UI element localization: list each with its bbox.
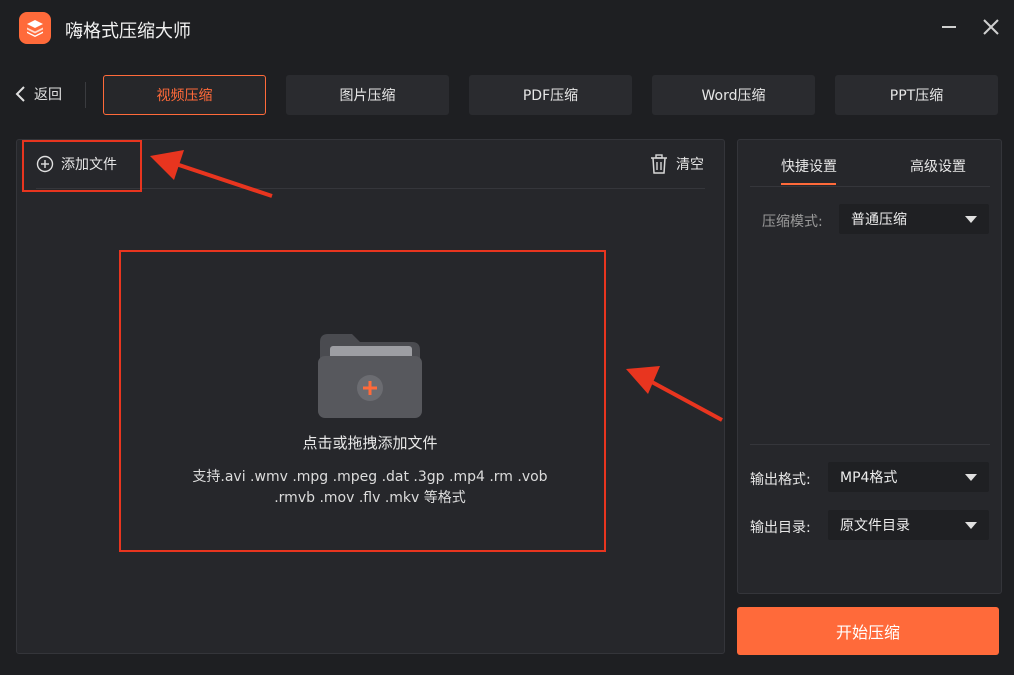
caret-down-icon xyxy=(965,521,977,529)
active-tab-indicator xyxy=(781,183,836,185)
output-dir-label: 输出目录: xyxy=(750,520,811,536)
compression-mode-label: 压缩模式: xyxy=(762,214,823,230)
tab-advanced-settings[interactable]: 高级设置 xyxy=(910,156,966,176)
start-compress-label: 开始压缩 xyxy=(835,623,900,642)
settings-tab-divider xyxy=(750,186,990,187)
caret-down-icon xyxy=(965,473,977,481)
output-format-value: MP4格式 xyxy=(840,470,898,486)
output-format-label: 输出格式: xyxy=(750,472,811,488)
tab-label: 高级设置 xyxy=(910,159,966,175)
settings-output-divider xyxy=(750,444,990,445)
start-compress-button[interactable]: 开始压缩 xyxy=(737,607,999,655)
caret-down-icon xyxy=(965,215,977,223)
compression-mode-select[interactable]: 普通压缩 xyxy=(839,204,989,234)
output-format-select[interactable]: MP4格式 xyxy=(828,462,989,492)
tab-label: 快捷设置 xyxy=(781,159,837,175)
output-dir-value: 原文件目录 xyxy=(840,518,910,534)
compression-mode-value: 普通压缩 xyxy=(851,212,907,228)
output-dir-select[interactable]: 原文件目录 xyxy=(828,510,989,540)
tab-quick-settings[interactable]: 快捷设置 xyxy=(781,156,837,176)
